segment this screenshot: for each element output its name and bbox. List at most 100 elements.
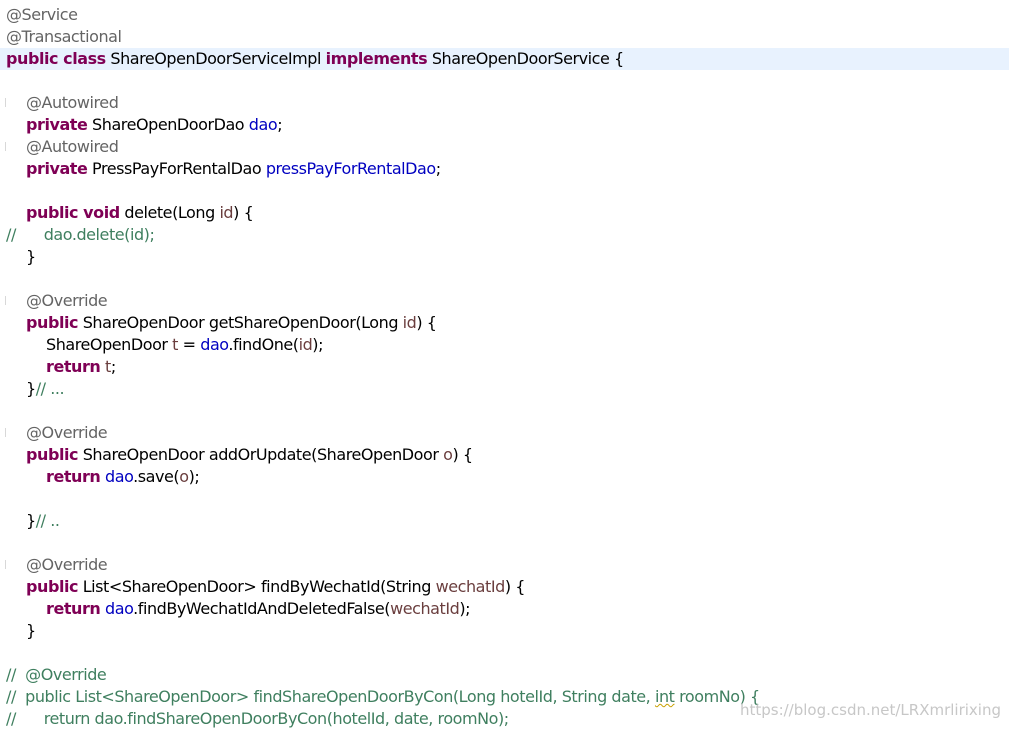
code-token: @Override: [26, 291, 108, 310]
code-line[interactable]: }// ..: [0, 510, 1009, 532]
code-line[interactable]: }: [0, 246, 1009, 268]
code-token: ) {: [416, 313, 437, 332]
code-token: ShareOpenDoorDao: [87, 115, 249, 134]
code-editor[interactable]: @Service @Transactional public class Share…: [0, 0, 1009, 728]
code-token: ShareOpenDoor addOrUpdate(ShareOpenDoor: [78, 445, 444, 464]
code-token: List<ShareOpenDoor> findByWechatId(Strin…: [78, 577, 436, 596]
code-line[interactable]: [0, 268, 1009, 290]
code-token: }: [26, 511, 36, 530]
code-line[interactable]: return dao.save(o);: [0, 466, 1009, 488]
code-token: wechatId: [435, 577, 506, 596]
code-token: implements: [325, 49, 428, 68]
code-token: ;: [435, 159, 441, 178]
code-token: wechatId: [390, 599, 460, 618]
code-token: // ...: [35, 379, 65, 398]
code-token: int: [654, 687, 675, 706]
code-token: @Autowired: [26, 93, 119, 112]
code-line[interactable]: }: [0, 620, 1009, 642]
code-token: pressPayForRentalDao: [265, 159, 436, 178]
code-token: // return dao.findShareOpenDoorByCon(hot…: [6, 709, 509, 728]
code-line[interactable]: @Transactional: [0, 26, 1009, 48]
code-token: return: [46, 467, 101, 486]
code-token: dao: [105, 599, 134, 618]
code-token: // @Override: [6, 665, 107, 684]
code-line[interactable]: [0, 488, 1009, 510]
code-line[interactable]: public ShareOpenDoor getShareOpenDoor(Lo…: [0, 312, 1009, 334]
code-line[interactable]: private ShareOpenDoorDao dao;: [0, 114, 1009, 136]
code-token: ShareOpenDoorService {: [427, 49, 624, 68]
code-token: @Service: [6, 5, 78, 24]
code-token: o: [179, 467, 189, 486]
code-token: ;: [110, 357, 116, 376]
code-token: public: [26, 313, 79, 332]
code-line[interactable]: @Service: [0, 4, 1009, 26]
code-line[interactable]: public void delete(Long id) {: [0, 202, 1009, 224]
code-token: // dao.delete(id);: [6, 225, 155, 244]
code-line[interactable]: [0, 400, 1009, 422]
fold-marker[interactable]: [5, 296, 9, 305]
code-token: @Transactional: [6, 27, 122, 46]
code-token: @Autowired: [26, 137, 119, 156]
code-token: ;: [277, 115, 283, 134]
code-token: @Override: [26, 423, 108, 442]
code-line[interactable]: ShareOpenDoor t = dao.findOne(id);: [0, 334, 1009, 356]
code-token: id: [402, 313, 417, 332]
watermark: https://blog.csdn.net/LRXmrlirixing: [739, 701, 1001, 719]
code-token: return: [46, 357, 101, 376]
code-token: public: [26, 577, 79, 596]
code-token: );: [459, 599, 471, 618]
code-line[interactable]: // @Override: [0, 664, 1009, 686]
code-token: @Override: [26, 555, 108, 574]
code-token: ) {: [452, 445, 473, 464]
fold-marker[interactable]: [5, 98, 9, 107]
code-token: ) {: [504, 577, 526, 596]
code-token: ShareOpenDoor getShareOpenDoor(Long: [78, 313, 403, 332]
code-token: .save(: [133, 467, 180, 486]
code-line[interactable]: @Override: [0, 554, 1009, 576]
code-token: ShareOpenDoor: [46, 335, 173, 354]
code-line[interactable]: @Override: [0, 422, 1009, 444]
code-token: id: [219, 203, 234, 222]
code-token: }: [26, 379, 36, 398]
fold-marker[interactable]: [5, 428, 9, 437]
code-token: ) {: [233, 203, 254, 222]
code-token: =: [178, 335, 201, 354]
code-line[interactable]: @Override: [0, 290, 1009, 312]
fold-marker[interactable]: [5, 560, 9, 569]
code-token: }: [26, 247, 36, 266]
code-token: public void: [26, 203, 120, 222]
code-token: }: [26, 621, 36, 640]
code-line[interactable]: public ShareOpenDoor addOrUpdate(ShareOp…: [0, 444, 1009, 466]
fold-marker[interactable]: [5, 142, 9, 151]
code-token: dao: [200, 335, 229, 354]
code-line[interactable]: return t;: [0, 356, 1009, 378]
code-token: public class: [6, 49, 106, 68]
code-token: return: [46, 599, 101, 618]
code-line[interactable]: [0, 532, 1009, 554]
code-line[interactable]: // dao.delete(id);: [0, 224, 1009, 246]
code-line[interactable]: public class ShareOpenDoorServiceImpl im…: [0, 48, 1009, 70]
code-line[interactable]: [0, 70, 1009, 92]
code-line[interactable]: @Autowired: [0, 92, 1009, 114]
code-token: .findByWechatIdAndDeletedFalse(: [133, 599, 391, 618]
code-token: dao: [105, 467, 134, 486]
code-token: );: [312, 335, 324, 354]
code-token: public: [26, 445, 79, 464]
code-line[interactable]: return dao.findByWechatIdAndDeletedFalse…: [0, 598, 1009, 620]
code-token: private: [26, 115, 88, 134]
code-token: );: [188, 467, 200, 486]
code-line[interactable]: private PressPayForRentalDao pressPayFor…: [0, 158, 1009, 180]
code-token: private: [26, 159, 88, 178]
code-token: delete(Long: [119, 203, 220, 222]
code-line[interactable]: }// ...: [0, 378, 1009, 400]
code-token: id: [298, 335, 313, 354]
code-line[interactable]: [0, 642, 1009, 664]
code-token: dao: [248, 115, 278, 134]
code-token: // public List<ShareOpenDoor> findShareO…: [6, 687, 655, 706]
code-token: ShareOpenDoorServiceImpl: [105, 49, 326, 68]
code-token: .findOne(: [228, 335, 299, 354]
code-token: PressPayForRentalDao: [87, 159, 266, 178]
code-line[interactable]: public List<ShareOpenDoor> findByWechatI…: [0, 576, 1009, 598]
code-line[interactable]: @Autowired: [0, 136, 1009, 158]
code-line[interactable]: [0, 180, 1009, 202]
